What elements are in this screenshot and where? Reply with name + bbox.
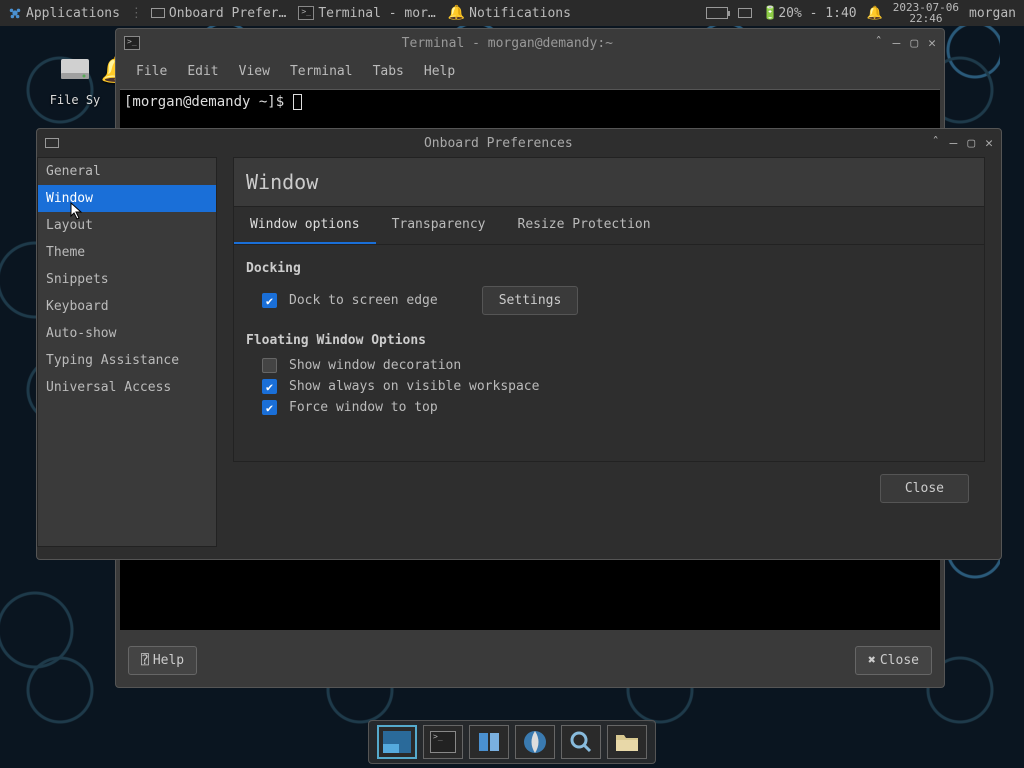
battery-icon: 🔋 bbox=[762, 6, 778, 21]
globe-icon bbox=[522, 729, 548, 755]
maximize-icon[interactable]: ▢ bbox=[967, 136, 975, 151]
chevron-up-icon[interactable]: ˆ bbox=[875, 36, 883, 51]
menu-edit[interactable]: Edit bbox=[187, 64, 218, 79]
separator-icon: ⋮ bbox=[130, 6, 143, 21]
text-cursor bbox=[293, 94, 302, 110]
dock-terminal[interactable] bbox=[423, 725, 463, 759]
help-button[interactable]: ⍰ Help bbox=[128, 646, 197, 675]
checkbox-show-decoration[interactable] bbox=[262, 358, 277, 373]
menu-terminal[interactable]: Terminal bbox=[290, 64, 353, 79]
tab-transparency[interactable]: Transparency bbox=[376, 207, 502, 244]
close-icon[interactable]: ✕ bbox=[985, 136, 993, 151]
window-title: Terminal - morgan@demandy:~ bbox=[140, 36, 875, 51]
dialog-footer: ⍰ Help ✖ Close bbox=[116, 634, 944, 687]
sidebar-item-autoshow[interactable]: Auto-show bbox=[38, 320, 216, 347]
checkbox-show-always[interactable]: ✔ bbox=[262, 379, 277, 394]
menu-help[interactable]: Help bbox=[424, 64, 455, 79]
bell-icon: 🔔 bbox=[448, 5, 465, 21]
keyboard-icon bbox=[45, 138, 59, 148]
checkbox-label: Dock to screen edge bbox=[289, 293, 438, 308]
file-manager-icon bbox=[476, 729, 502, 755]
checkbox-label: Force window to top bbox=[289, 400, 438, 415]
dock-search[interactable] bbox=[561, 725, 601, 759]
help-icon: ⍰ bbox=[141, 653, 149, 668]
menu-file[interactable]: File bbox=[136, 64, 167, 79]
taskbar-item-notifications[interactable]: 🔔 Notifications bbox=[442, 0, 577, 26]
sidebar-item-layout[interactable]: Layout bbox=[38, 212, 216, 239]
magnifier-icon bbox=[568, 729, 594, 755]
terminal-icon bbox=[298, 6, 314, 20]
sidebar-item-keyboard[interactable]: Keyboard bbox=[38, 293, 216, 320]
sidebar-item-theme[interactable]: Theme bbox=[38, 239, 216, 266]
sidebar-item-snippets[interactable]: Snippets bbox=[38, 266, 216, 293]
checkbox-label: Show window decoration bbox=[289, 358, 461, 373]
top-panel: Applications ⋮ Onboard Prefer… Terminal … bbox=[0, 0, 1024, 26]
folder-icon bbox=[614, 731, 640, 753]
sidebar-item-general[interactable]: General bbox=[38, 158, 216, 185]
onboard-titlebar[interactable]: Onboard Preferences ˆ — ▢ ✕ bbox=[37, 129, 1001, 157]
minimize-icon[interactable]: — bbox=[893, 36, 901, 51]
dock-web-browser[interactable] bbox=[515, 725, 555, 759]
dock-file-manager[interactable] bbox=[469, 725, 509, 759]
close-icon[interactable]: ✕ bbox=[928, 36, 936, 51]
taskbar-item-terminal[interactable]: Terminal - mor… bbox=[292, 0, 441, 26]
settings-button[interactable]: Settings bbox=[482, 286, 579, 315]
terminal-icon bbox=[124, 36, 140, 50]
keyboard-tray-icon[interactable] bbox=[738, 8, 752, 18]
onboard-preferences-window: Onboard Preferences ˆ — ▢ ✕ General Wind… bbox=[36, 128, 1002, 560]
system-tray: 🔋20% - 1:40 🔔 2023-07-06 22:46 morgan bbox=[698, 2, 1024, 24]
sidebar-item-window[interactable]: Window bbox=[38, 185, 216, 212]
icon-label: File Sy bbox=[50, 93, 101, 107]
battery-empty-icon bbox=[706, 7, 728, 19]
main-pane: Window Window options Transparency Resiz… bbox=[233, 157, 985, 547]
close-button[interactable]: Close bbox=[880, 474, 969, 503]
applications-menu[interactable]: Applications bbox=[0, 0, 128, 26]
menu-view[interactable]: View bbox=[239, 64, 270, 79]
task-label: Notifications bbox=[469, 6, 571, 21]
tab-window-options[interactable]: Window options bbox=[234, 207, 376, 244]
terminal-titlebar[interactable]: Terminal - morgan@demandy:~ ˆ — ▢ ✕ bbox=[116, 29, 944, 57]
terminal-icon bbox=[430, 731, 456, 753]
task-label: Onboard Prefer… bbox=[169, 6, 286, 21]
chevron-up-icon[interactable]: ˆ bbox=[932, 136, 940, 151]
terminal-menubar: File Edit View Terminal Tabs Help bbox=[116, 57, 944, 85]
task-label: Terminal - mor… bbox=[318, 6, 435, 21]
category-sidebar: General Window Layout Theme Snippets Key… bbox=[37, 157, 217, 547]
checkbox-force-top[interactable]: ✔ bbox=[262, 400, 277, 415]
prompt: [morgan@demandy ~]$ bbox=[124, 94, 293, 110]
keyboard-icon bbox=[151, 8, 165, 18]
sidebar-item-typing-assistance[interactable]: Typing Assistance bbox=[38, 347, 216, 374]
section-floating: Floating Window Options bbox=[246, 333, 972, 348]
xfce-logo-icon bbox=[8, 6, 22, 20]
tab-bar: Window options Transparency Resize Prote… bbox=[233, 207, 985, 245]
menu-tabs[interactable]: Tabs bbox=[373, 64, 404, 79]
taskbar-item-onboard[interactable]: Onboard Prefer… bbox=[145, 0, 292, 26]
clock[interactable]: 2023-07-06 22:46 bbox=[893, 2, 959, 24]
dock-show-desktop[interactable] bbox=[377, 725, 417, 759]
applications-label: Applications bbox=[26, 6, 120, 21]
dock bbox=[368, 720, 656, 764]
page-title: Window bbox=[233, 157, 985, 207]
user-menu[interactable]: morgan bbox=[969, 6, 1016, 21]
maximize-icon[interactable]: ▢ bbox=[910, 36, 918, 51]
tab-content: Docking ✔ Dock to screen edge Settings F… bbox=[233, 245, 985, 462]
close-icon: ✖ bbox=[868, 653, 876, 668]
checkbox-dock-to-edge[interactable]: ✔ bbox=[262, 293, 277, 308]
checkbox-label: Show always on visible workspace bbox=[289, 379, 539, 394]
close-button[interactable]: ✖ Close bbox=[855, 646, 932, 675]
dock-home-folder[interactable] bbox=[607, 725, 647, 759]
sidebar-item-universal-access[interactable]: Universal Access bbox=[38, 374, 216, 401]
tab-resize-protection[interactable]: Resize Protection bbox=[502, 207, 667, 244]
notification-bell-icon[interactable]: 🔔 bbox=[867, 6, 883, 21]
window-title: Onboard Preferences bbox=[65, 136, 932, 151]
battery-indicator[interactable]: 🔋20% - 1:40 bbox=[762, 6, 856, 21]
section-docking: Docking bbox=[246, 261, 972, 276]
minimize-icon[interactable]: — bbox=[950, 136, 958, 151]
